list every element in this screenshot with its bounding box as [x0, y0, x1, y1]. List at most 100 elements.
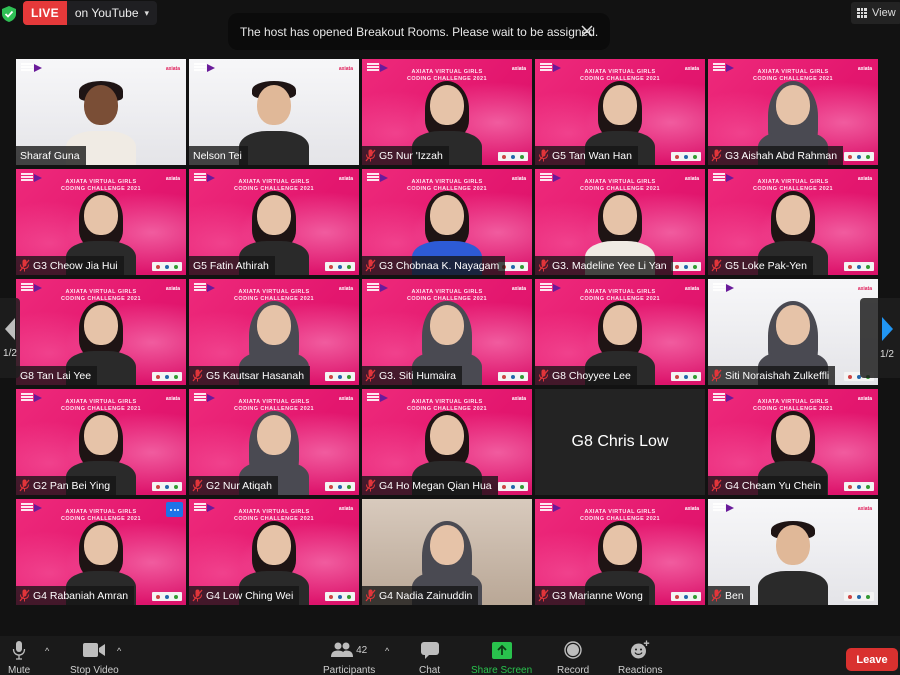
participant-tile[interactable]: axiata Nelson Tei [189, 59, 359, 165]
microphone-muted-icon [538, 369, 549, 382]
microphone-icon [12, 641, 26, 660]
participant-tile[interactable]: axiataAXIATA VIRTUAL GIRLSCODING CHALLEN… [535, 59, 705, 165]
challenge-logo-icon [194, 63, 216, 75]
participant-name-tag: G2 Nur Atiqah [189, 476, 278, 495]
participants-icon [331, 642, 354, 657]
participant-name: Ben [725, 589, 744, 602]
participant-tile[interactable]: axiataAXIATA VIRTUAL GIRLSCODING CHALLEN… [362, 169, 532, 275]
participant-tile[interactable]: axiataAXIATA VIRTUAL GIRLSCODING CHALLEN… [362, 279, 532, 385]
stop-video-button[interactable]: Stop Video [70, 640, 119, 675]
audio-options-caret[interactable]: ^ [45, 646, 49, 656]
participants-count: 42 [356, 644, 368, 656]
banner-line-1: AXIATA VIRTUAL GIRLS [411, 289, 483, 295]
sponsor-logos [498, 372, 528, 381]
participant-name-tag: G3. Siti Humaira [362, 366, 463, 385]
participant-tile[interactable]: axiataAXIATA VIRTUAL GIRLSCODING CHALLEN… [535, 169, 705, 275]
participant-tile[interactable]: axiataAXIATA VIRTUAL GIRLSCODING CHALLEN… [535, 499, 705, 605]
participant-tile[interactable]: axiataAXIATA VIRTUAL GIRLSCODING CHALLEN… [16, 279, 186, 385]
share-screen-button[interactable]: Share Screen [471, 640, 532, 675]
participant-tile[interactable]: G4 Nadia Zainuddin [362, 499, 532, 605]
sponsor-logos [152, 262, 182, 271]
breakout-notification: The host has opened Breakout Rooms. Plea… [228, 13, 610, 50]
participant-tile[interactable]: axiataAXIATA VIRTUAL GIRLSCODING CHALLEN… [535, 279, 705, 385]
participant-tile[interactable]: axiataAXIATA VIRTUAL GIRLSCODING CHALLEN… [189, 389, 359, 495]
banner-line-1: AXIATA VIRTUAL GIRLS [411, 179, 483, 185]
participant-tile[interactable]: axiataAXIATA VIRTUAL GIRLSCODING CHALLEN… [16, 169, 186, 275]
participant-tile[interactable]: axiataAXIATA VIRTUAL GIRLSCODING CHALLEN… [708, 389, 878, 495]
participant-name-center: G8 Chris Low [571, 433, 669, 450]
sponsor-logos [671, 262, 701, 271]
sponsor-logos [671, 372, 701, 381]
microphone-muted-icon [711, 259, 722, 272]
close-icon[interactable] [578, 22, 596, 40]
sponsor-logos [844, 592, 874, 601]
microphone-muted-icon [711, 369, 722, 382]
stop-video-label: Stop Video [70, 665, 119, 675]
microphone-muted-icon [192, 479, 203, 492]
participant-name: G8 Choyyee Lee [552, 369, 631, 382]
sponsor-logos [844, 262, 874, 271]
participant-tile[interactable]: G8 Chris Low [535, 389, 705, 495]
participant-name-tag: G3 Marianne Wong [535, 586, 649, 605]
participant-tile[interactable]: axiata Siti Noraishah Zulkeffli [708, 279, 878, 385]
mute-label: Mute [8, 665, 31, 675]
microphone-muted-icon [192, 369, 203, 382]
video-options-caret[interactable]: ^ [117, 646, 121, 656]
participants-button[interactable]: 42 Participants [323, 640, 375, 675]
security-shield-icon[interactable] [2, 6, 16, 22]
participant-name-tag: G3 Aishah Abd Rahman [708, 146, 844, 165]
participant-name-tag: G5 Loke Pak-Yen [708, 256, 813, 275]
participant-tile[interactable]: axiataAXIATA VIRTUAL GIRLSCODING CHALLEN… [362, 59, 532, 165]
participant-tile[interactable]: axiataAXIATA VIRTUAL GIRLSCODING CHALLEN… [16, 499, 186, 605]
participant-tile[interactable]: axiata Ben [708, 499, 878, 605]
participant-name: G3. Siti Humaira [379, 369, 457, 382]
participant-name: G8 Tan Lai Yee [20, 369, 92, 382]
reactions-button[interactable]: Reactions [618, 640, 662, 675]
notification-text: The host has opened Breakout Rooms. Plea… [240, 24, 599, 39]
sponsor-logos [325, 262, 355, 271]
participant-name-tag: G3. Madeline Yee Li Yan [535, 256, 673, 275]
participant-tile[interactable]: axiataAXIATA VIRTUAL GIRLSCODING CHALLEN… [708, 169, 878, 275]
live-badge: LIVE [23, 1, 67, 25]
brand-logo: axiata [165, 66, 180, 72]
live-stream-menu[interactable]: LIVE on YouTube ▾ [23, 1, 158, 25]
sponsor-logos [671, 152, 701, 161]
banner-line-1: AXIATA VIRTUAL GIRLS [238, 179, 310, 185]
chat-button[interactable]: Chat [419, 640, 440, 675]
reactions-label: Reactions [618, 665, 663, 675]
record-button[interactable]: Record [557, 640, 589, 675]
microphone-muted-icon [711, 149, 722, 162]
next-page-button[interactable]: 1/2 [860, 298, 900, 378]
meeting-toolbar: Mute ^ Stop Video ^ 42 Participants ^ Ch… [0, 636, 900, 675]
participant-tile[interactable]: axiataAXIATA VIRTUAL GIRLSCODING CHALLEN… [16, 389, 186, 495]
chat-label: Chat [419, 665, 441, 675]
participant-tile[interactable]: axiataAXIATA VIRTUAL GIRLSCODING CHALLEN… [189, 279, 359, 385]
participant-tile[interactable]: axiata Sharaf Guna [16, 59, 186, 165]
participants-options-caret[interactable]: ^ [385, 646, 389, 656]
more-options-button[interactable] [166, 502, 183, 517]
sponsor-logos [498, 482, 528, 491]
banner-line-1: AXIATA VIRTUAL GIRLS [65, 179, 137, 185]
microphone-muted-icon [365, 259, 376, 272]
banner-line-1: AXIATA VIRTUAL GIRLS [238, 399, 310, 405]
microphone-muted-icon [365, 479, 376, 492]
chevron-down-icon: ▾ [144, 7, 150, 18]
participant-name-tag: G8 Tan Lai Yee [16, 366, 98, 385]
participant-name: G5 Loke Pak-Yen [725, 259, 807, 272]
participant-tile[interactable]: axiataAXIATA VIRTUAL GIRLSCODING CHALLEN… [708, 59, 878, 165]
participant-name: G4 Ho Megan Qian Hua [379, 479, 492, 492]
participant-tile[interactable]: axiataAXIATA VIRTUAL GIRLSCODING CHALLEN… [189, 169, 359, 275]
banner-line-1: AXIATA VIRTUAL GIRLS [584, 179, 656, 185]
sponsor-logos [325, 482, 355, 491]
participant-name: G4 Nadia Zainuddin [379, 589, 473, 602]
participant-tile[interactable]: axiataAXIATA VIRTUAL GIRLSCODING CHALLEN… [362, 389, 532, 495]
participant-tile[interactable]: axiataAXIATA VIRTUAL GIRLSCODING CHALLEN… [189, 499, 359, 605]
view-button[interactable]: View [851, 2, 900, 24]
chat-bubble-icon [420, 641, 439, 659]
video-camera-icon [83, 643, 106, 657]
mute-button[interactable]: Mute [8, 640, 30, 675]
brand-logo: axiata [857, 286, 872, 292]
leave-button[interactable]: Leave [846, 648, 898, 671]
previous-page-button[interactable]: 1/2 [0, 298, 20, 378]
participant-name-tag: G3 Chobnaa K. Nayagam [362, 256, 506, 275]
